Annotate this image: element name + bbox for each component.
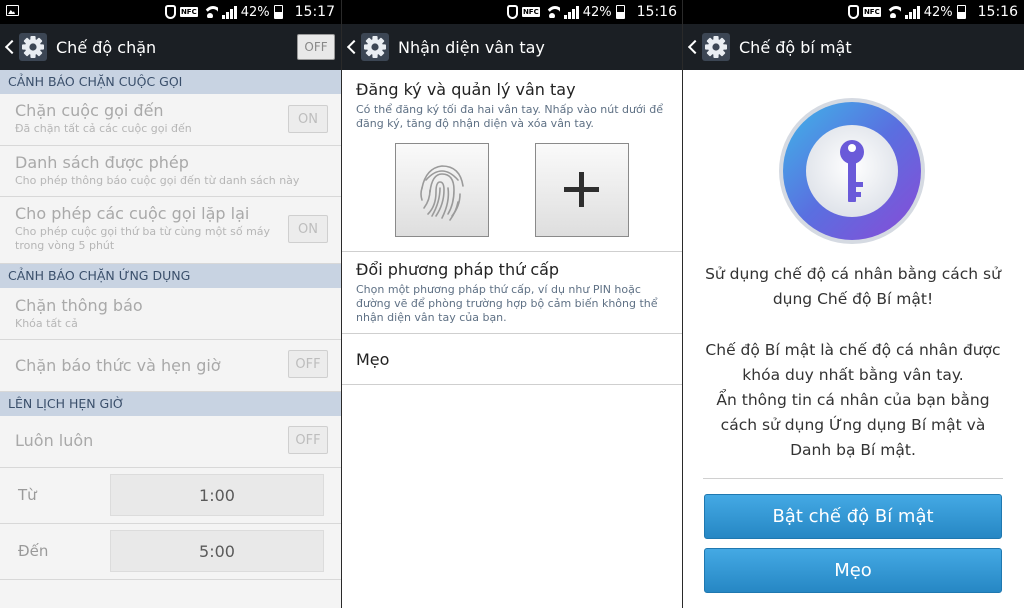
nfc-icon: NFC	[179, 7, 198, 17]
section-header-schedule: LÊN LỊCH HẸN GIỜ	[0, 392, 341, 416]
secondary-method-item[interactable]: Đổi phương pháp thứ cấp Chọn một phương …	[342, 251, 683, 333]
page-title: Chế độ bí mật	[739, 37, 852, 57]
description-text-2: Ẩn thông tin cá nhân của bạn bằng cách s…	[716, 391, 990, 459]
back-icon[interactable]	[3, 37, 17, 57]
register-description: Có thể đăng ký tối đa hai vân tay. Nhấp …	[356, 103, 664, 130]
private-mode-emblem	[777, 96, 927, 246]
title-bar: Nhận diện vân tay	[342, 24, 683, 70]
touch-icon	[847, 5, 859, 19]
private-mode-screen: NFC 42% 15:16 Chế độ bí mật Sử dụng chế …	[683, 0, 1024, 608]
wifi-icon	[544, 6, 560, 18]
gear-icon	[360, 32, 390, 62]
battery-percent: 42%	[240, 4, 270, 20]
touch-icon	[506, 5, 518, 19]
secondary-title: Đổi phương pháp thứ cấp	[356, 260, 560, 279]
battery-percent: 42%	[923, 4, 953, 20]
clock: 15:16	[977, 4, 1018, 20]
setting-block-alarms[interactable]: Chặn báo thức và hẹn giờ OFF	[0, 340, 341, 392]
call-blocking-screen: NFC 42% 15:17 Chế độ chặn OFF CẢNH BÁO C…	[0, 0, 341, 608]
clock: 15:16	[636, 4, 677, 20]
setting-title: Danh sách được phép	[15, 153, 189, 172]
setting-subtitle: Cho phép cuộc gọi thứ ba từ cùng một số …	[15, 225, 271, 252]
signal-icon	[221, 5, 237, 19]
gear-icon	[701, 32, 731, 62]
battery-percent: 42%	[582, 4, 612, 20]
wifi-icon	[885, 6, 901, 18]
key-icon	[779, 98, 925, 244]
status-bar: NFC 42% 15:16	[342, 0, 683, 24]
from-time-row: Từ 1:00	[0, 468, 341, 524]
setting-always[interactable]: Luôn luôn OFF	[0, 416, 341, 468]
plus-icon	[564, 172, 599, 207]
fingerprint-screen: NFC 42% 15:16 Nhận diện vân tay Đăng ký …	[342, 0, 683, 608]
setting-title: Chặn thông báo	[15, 296, 143, 315]
touch-icon	[164, 5, 176, 19]
back-icon[interactable]	[345, 37, 359, 57]
to-label: Đến	[18, 542, 49, 560]
repeat-calls-toggle[interactable]: ON	[288, 215, 328, 243]
fingerprint-tiles	[342, 131, 683, 251]
block-incoming-toggle[interactable]: ON	[288, 105, 328, 133]
register-section: Đăng ký và quản lý vân tay Có thể đăng k…	[342, 70, 683, 131]
intro-text: Sử dụng chế độ cá nhân bằng cách sử dụng…	[705, 265, 1001, 308]
secondary-description: Chọn một phương pháp thứ cấp, ví dụ như …	[356, 283, 658, 324]
to-time-picker[interactable]: 5:00	[110, 530, 324, 572]
gear-icon	[18, 32, 48, 62]
signal-icon	[563, 5, 579, 19]
setting-repeat-calls[interactable]: Cho phép các cuộc gọi lặp lại Cho phép c…	[0, 197, 341, 264]
title-bar: Chế độ chặn OFF	[0, 24, 341, 70]
picture-icon	[6, 5, 19, 16]
master-toggle[interactable]: OFF	[297, 34, 335, 60]
title-bar: Chế độ bí mật	[683, 24, 1024, 70]
enable-private-mode-button[interactable]: Bật chế độ Bí mật	[704, 494, 1002, 539]
status-bar: NFC 42% 15:16	[683, 0, 1024, 24]
section-header-apps: CẢNH BÁO CHẶN ỨNG DỤNG	[0, 264, 341, 288]
tips-item[interactable]: Mẹo	[342, 333, 683, 385]
wifi-icon	[202, 6, 218, 18]
separator	[703, 478, 1003, 479]
clock: 15:17	[294, 4, 335, 20]
setting-allowed-list[interactable]: Danh sách được phép Cho phép thông báo c…	[0, 146, 341, 197]
description-text: Chế độ Bí mật là chế độ cá nhân được khó…	[705, 341, 1001, 384]
setting-title: Cho phép các cuộc gọi lặp lại	[15, 204, 250, 223]
fingerprint-slot-1[interactable]	[395, 143, 489, 237]
from-label: Từ	[18, 486, 37, 504]
page-title: Nhận diện vân tay	[398, 37, 545, 57]
add-fingerprint-button[interactable]	[535, 143, 629, 237]
battery-icon	[273, 5, 283, 19]
from-time-picker[interactable]: 1:00	[110, 474, 324, 516]
battery-icon	[615, 5, 625, 19]
fingerprint-icon	[420, 165, 464, 221]
nfc-icon: NFC	[862, 7, 881, 17]
nfc-icon: NFC	[521, 7, 540, 17]
setting-subtitle: Khóa tất cả	[15, 317, 78, 330]
setting-block-notifications[interactable]: Chặn thông báo Khóa tất cả	[0, 288, 341, 340]
setting-block-incoming-calls[interactable]: Chặn cuộc gọi đến Đã chặn tất cả các cuộ…	[0, 94, 341, 146]
battery-icon	[956, 5, 966, 19]
register-title: Đăng ký và quản lý vân tay	[356, 80, 576, 99]
status-bar: NFC 42% 15:17	[0, 0, 341, 24]
signal-icon	[904, 5, 920, 19]
back-icon[interactable]	[686, 37, 700, 57]
page-title: Chế độ chặn	[56, 37, 157, 57]
section-header-calls: CẢNH BÁO CHẶN CUỘC GỌI	[0, 70, 341, 94]
always-toggle[interactable]: OFF	[288, 426, 328, 454]
tips-button[interactable]: Mẹo	[704, 548, 1002, 593]
setting-subtitle: Cho phép thông báo cuộc gọi đến từ danh …	[15, 174, 300, 187]
block-alarms-toggle[interactable]: OFF	[288, 350, 328, 378]
to-time-row: Đến 5:00	[0, 524, 341, 580]
